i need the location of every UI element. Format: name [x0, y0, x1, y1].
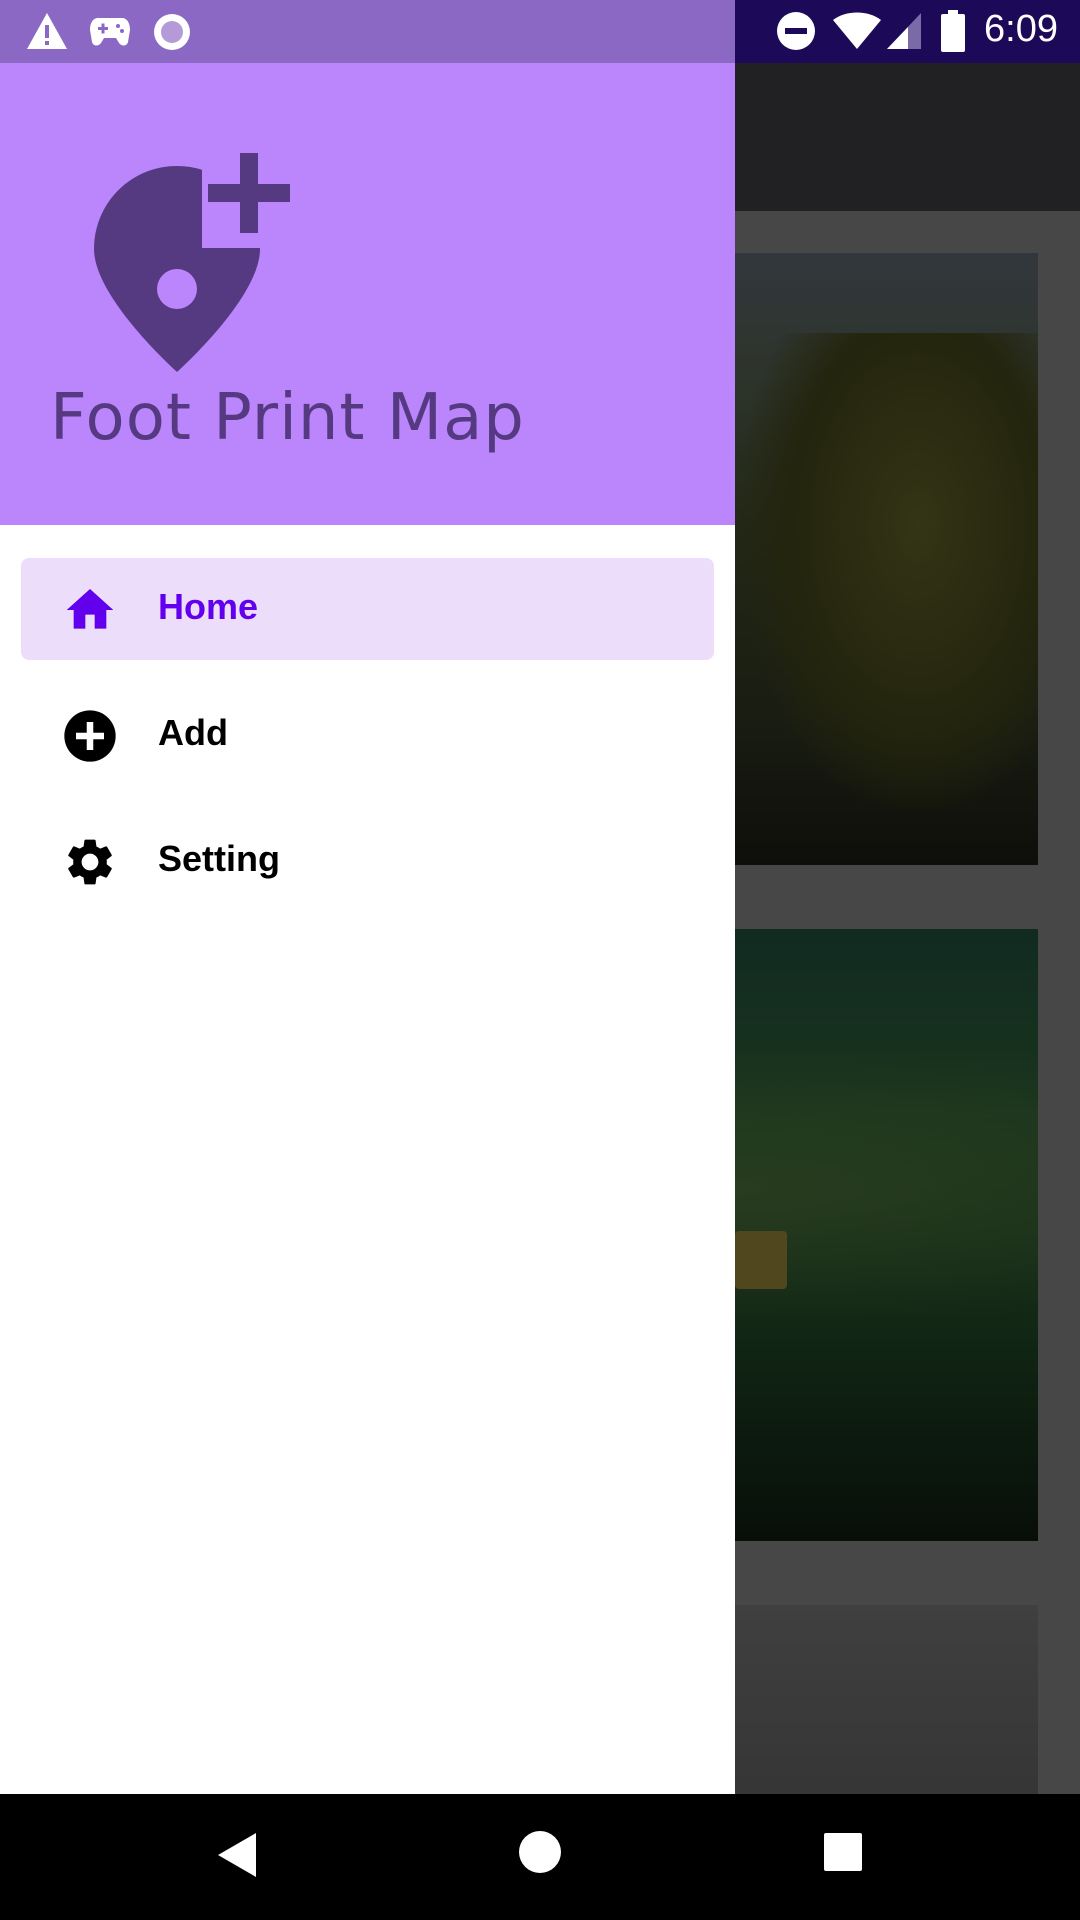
add-circle-icon — [64, 710, 116, 762]
gear-icon — [68, 839, 112, 885]
drawer-header: Foot Print Map — [0, 63, 735, 525]
app-name: Foot Print Map — [50, 381, 525, 455]
navigation-bar — [0, 1794, 1080, 1920]
menu-item-home[interactable]: Home — [0, 558, 735, 684]
menu-item-label: Home — [158, 586, 259, 627]
selected-highlight — [21, 558, 714, 660]
home-icon — [66, 589, 114, 629]
signal-icon — [887, 13, 921, 49]
record-icon — [154, 14, 190, 50]
navigation-drawer: Foot Print Map Home Add Setting — [0, 63, 735, 1794]
back-icon[interactable] — [214, 1830, 258, 1880]
menu-item-label: Setting — [158, 838, 280, 879]
drawer-menu: Home Add Setting — [0, 558, 735, 936]
wifi-icon — [833, 12, 881, 49]
warning-icon — [27, 13, 67, 49]
home-circle-icon[interactable] — [518, 1830, 562, 1874]
gamepad-icon — [90, 18, 130, 46]
battery-icon — [941, 10, 965, 52]
location-add-icon — [94, 148, 294, 372]
status-time: 6:09 — [984, 8, 1058, 50]
recents-icon[interactable] — [823, 1832, 863, 1872]
do-not-disturb-icon — [777, 12, 815, 50]
menu-item-setting[interactable]: Setting — [0, 810, 735, 936]
menu-item-label: Add — [158, 712, 228, 753]
menu-item-add[interactable]: Add — [0, 684, 735, 810]
status-bar: 6:09 — [0, 0, 1080, 63]
